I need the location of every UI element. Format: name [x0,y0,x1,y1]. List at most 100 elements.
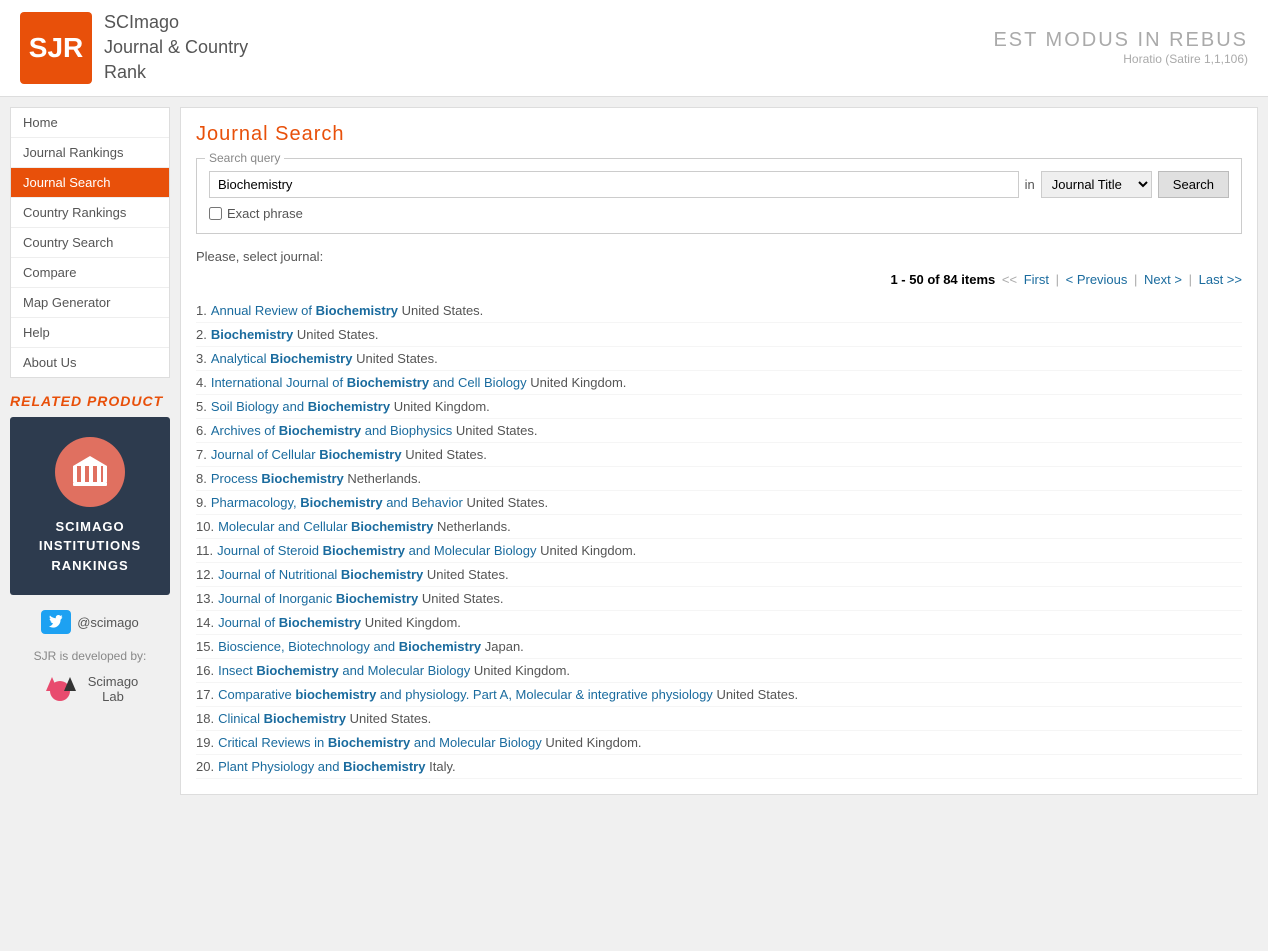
sidebar-item-journal-search[interactable]: Journal Search [11,168,169,198]
list-item: 2.Biochemistry United States. [196,323,1242,347]
journal-link[interactable]: Journal of Inorganic Biochemistry [218,591,418,606]
journal-country: United Kingdom. [474,663,570,678]
journal-country: United Kingdom. [394,399,490,414]
journal-link[interactable]: Journal of Steroid Biochemistry and Mole… [217,543,536,558]
journal-country: United Kingdom. [530,375,626,390]
search-input[interactable] [209,171,1019,198]
journal-link[interactable]: Plant Physiology and Biochemistry [218,759,425,774]
pagination-prev[interactable]: < Previous [1066,272,1128,287]
journal-link[interactable]: Journal of Cellular Biochemistry [211,447,402,462]
journal-link[interactable]: Analytical Biochemistry [211,351,353,366]
logo-text: SCImago Journal & Country Rank [104,10,248,86]
logo-title-line1: SCImago [104,10,248,35]
journal-list: 1. Annual Review of Biochemistry United S… [196,299,1242,779]
journal-country: United States. [456,423,538,438]
journal-num: 6. [196,423,207,438]
logo-title-line2: Journal & Country [104,35,248,60]
journal-link[interactable]: Critical Reviews in Biochemistry and Mol… [218,735,542,750]
journal-link[interactable]: Molecular and Cellular Biochemistry [218,519,433,534]
logo-title-line3: Rank [104,60,248,85]
journal-num: 20. [196,759,214,774]
sep3: | [1134,272,1137,287]
pagination-last[interactable]: Last >> [1199,272,1242,287]
journal-num: 7. [196,447,207,462]
journal-country: United States. [356,351,438,366]
search-select[interactable]: Journal Title Journal ISSN Subject Area [1041,171,1152,198]
journal-link[interactable]: Process Biochemistry [211,471,344,486]
list-item: 11.Journal of Steroid Biochemistry and M… [196,539,1242,563]
journal-country: Netherlands. [437,519,511,534]
list-item: 20.Plant Physiology and Biochemistry Ita… [196,755,1242,779]
journal-num: 4. [196,375,207,390]
search-button[interactable]: Search [1158,171,1229,198]
banner-icon [55,437,125,507]
exact-phrase-checkbox[interactable] [209,207,222,220]
sidebar-item-map-generator[interactable]: Map Generator [11,288,169,318]
sep2: | [1056,272,1059,287]
search-query-box: Search query in Journal Title Journal IS… [196,158,1242,234]
journal-country: United States. [405,447,487,462]
pagination-next[interactable]: Next > [1144,272,1182,287]
list-item: 15.Bioscience, Biotechnology and Biochem… [196,635,1242,659]
journal-num: 16. [196,663,214,678]
journal-link[interactable]: Journal of Biochemistry [218,615,361,630]
journal-country: United States. [466,495,548,510]
journal-country: United Kingdom. [365,615,461,630]
sidebar-item-home[interactable]: Home [11,108,169,138]
list-item: 3.Analytical Biochemistry United States. [196,347,1242,371]
journal-link[interactable]: Journal of Nutritional Biochemistry [218,567,423,582]
journal-link[interactable]: Insect Biochemistry and Molecular Biolog… [218,663,470,678]
sidebar-item-compare[interactable]: Compare [11,258,169,288]
journal-country: United States. [297,327,379,342]
journal-num: 1. [196,303,207,318]
journal-link[interactable]: Annual Review of Biochemistry [211,303,398,318]
list-item: 9.Pharmacology, Biochemistry and Behavio… [196,491,1242,515]
sidebar-item-about-us[interactable]: About Us [11,348,169,377]
journal-link[interactable]: Clinical Biochemistry [218,711,346,726]
journal-link[interactable]: Comparative biochemistry and physiology.… [218,687,713,702]
journal-num: 13. [196,591,214,606]
journal-country: Japan. [485,639,524,654]
journal-link[interactable]: Bioscience, Biotechnology and Biochemist… [218,639,481,654]
list-item: 1.Annual Review of Biochemistry United S… [196,299,1242,323]
list-item: 19.Critical Reviews in Biochemistry and … [196,731,1242,755]
tagline: EST MODUS IN REBUS Horatio (Satire 1,1,1… [993,29,1248,66]
sep1: << [1002,272,1017,287]
logo-area: SJR SCImago Journal & Country Rank [20,10,248,86]
pagination-range: 1 - 50 of 84 items [890,272,995,287]
journal-link[interactable]: Soil Biology and Biochemistry [211,399,390,414]
journal-link[interactable]: Archives of Biochemistry and Biophysics [211,423,452,438]
journal-country: United States. [716,687,798,702]
journal-num: 18. [196,711,214,726]
twitter-icon [49,615,63,629]
journal-num: 8. [196,471,207,486]
related-banner[interactable]: SCIMAGOINSTITUTIONSRANKINGS [10,417,170,596]
header: SJR SCImago Journal & Country Rank EST M… [0,0,1268,97]
list-item: 12.Journal of Nutritional Biochemistry U… [196,563,1242,587]
twitter-button[interactable] [41,610,71,634]
journal-country: United States. [427,567,509,582]
pagination-first[interactable]: First [1024,272,1049,287]
search-row: in Journal Title Journal ISSN Subject Ar… [209,171,1229,198]
scimago-lab: Scimago Lab [10,669,170,709]
journal-link[interactable]: Biochemistry [211,327,293,342]
journal-link[interactable]: International Journal of Biochemistry an… [211,375,527,390]
sidebar: Home Journal Rankings Journal Search Cou… [10,107,170,795]
journal-country: United States. [422,591,504,606]
main-layout: Home Journal Rankings Journal Search Cou… [0,97,1268,805]
sidebar-item-country-rankings[interactable]: Country Rankings [11,198,169,228]
sidebar-item-country-search[interactable]: Country Search [11,228,169,258]
journal-country: Netherlands. [347,471,421,486]
list-item: 8. Process Biochemistry Netherlands. [196,467,1242,491]
search-in-label: in [1025,177,1035,192]
sidebar-item-journal-rankings[interactable]: Journal Rankings [11,138,169,168]
sep4: | [1189,272,1192,287]
sidebar-nav: Home Journal Rankings Journal Search Cou… [10,107,170,378]
journal-link[interactable]: Pharmacology, Biochemistry and Behavior [211,495,463,510]
list-item: 17.Comparative biochemistry and physiolo… [196,683,1242,707]
sidebar-item-help[interactable]: Help [11,318,169,348]
exact-phrase-row: Exact phrase [209,206,1229,221]
list-item: 10.Molecular and Cellular Biochemistry N… [196,515,1242,539]
journal-country: United Kingdom. [545,735,641,750]
scimago-lab-icon [42,669,82,709]
